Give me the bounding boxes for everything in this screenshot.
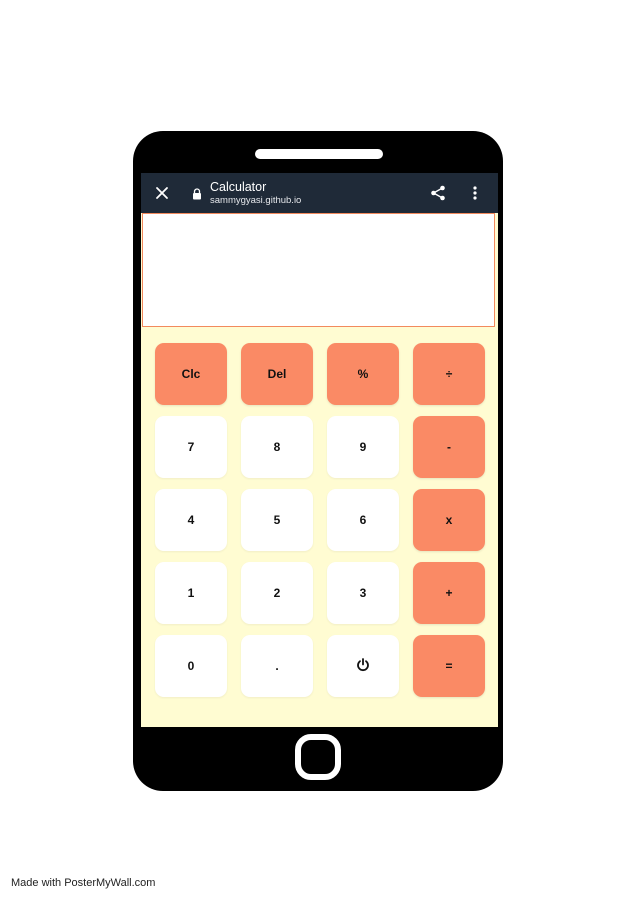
phone-frame: Calculator sammygyasi.github.io Clc Del … bbox=[133, 131, 503, 791]
share-icon[interactable] bbox=[429, 184, 447, 202]
lock-icon bbox=[192, 187, 202, 200]
more-vert-icon[interactable] bbox=[469, 184, 481, 202]
digit-0-button[interactable]: 0 bbox=[155, 635, 227, 697]
digit-1-button[interactable]: 1 bbox=[155, 562, 227, 624]
digit-4-button[interactable]: 4 bbox=[155, 489, 227, 551]
keypad: Clc Del % ÷ 7 8 9 - 4 5 6 x 1 2 3 + 0 . bbox=[155, 343, 485, 698]
phone-screen: Calculator sammygyasi.github.io Clc Del … bbox=[141, 173, 498, 727]
phone-speaker bbox=[255, 149, 383, 159]
digit-8-button[interactable]: 8 bbox=[241, 416, 313, 478]
power-icon bbox=[356, 657, 370, 675]
percent-button[interactable]: % bbox=[327, 343, 399, 405]
digit-7-button[interactable]: 7 bbox=[155, 416, 227, 478]
power-button[interactable] bbox=[327, 635, 399, 697]
minus-button[interactable]: - bbox=[413, 416, 485, 478]
home-button[interactable] bbox=[295, 734, 341, 780]
delete-button[interactable]: Del bbox=[241, 343, 313, 405]
close-icon[interactable] bbox=[153, 184, 171, 202]
page-url[interactable]: sammygyasi.github.io bbox=[210, 195, 301, 206]
decimal-point-button[interactable]: . bbox=[241, 635, 313, 697]
clear-button[interactable]: Clc bbox=[155, 343, 227, 405]
multiply-button[interactable]: x bbox=[413, 489, 485, 551]
plus-button[interactable]: + bbox=[413, 562, 485, 624]
digit-3-button[interactable]: 3 bbox=[327, 562, 399, 624]
divide-button[interactable]: ÷ bbox=[413, 343, 485, 405]
watermark: Made with PosterMyWall.com bbox=[11, 877, 156, 889]
browser-toolbar: Calculator sammygyasi.github.io bbox=[141, 173, 498, 213]
equals-button[interactable]: = bbox=[413, 635, 485, 697]
digit-2-button[interactable]: 2 bbox=[241, 562, 313, 624]
digit-9-button[interactable]: 9 bbox=[327, 416, 399, 478]
calculator-display[interactable] bbox=[142, 213, 495, 327]
digit-5-button[interactable]: 5 bbox=[241, 489, 313, 551]
digit-6-button[interactable]: 6 bbox=[327, 489, 399, 551]
page-title: Calculator bbox=[210, 180, 267, 194]
